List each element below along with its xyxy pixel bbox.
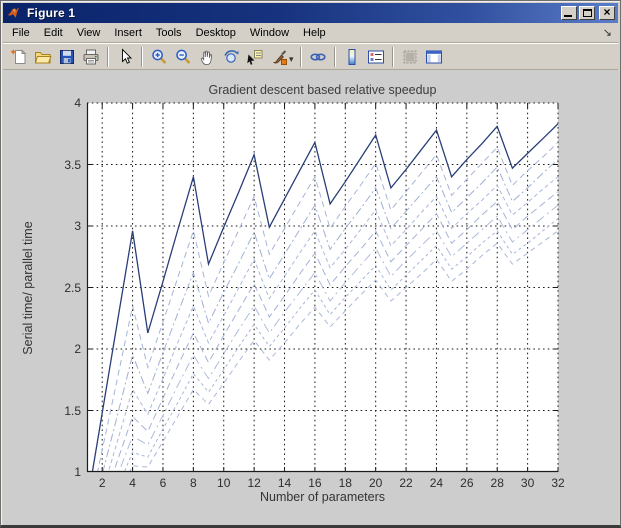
x-tick-label: 2	[87, 476, 117, 490]
toolbar-separator	[141, 47, 143, 67]
zoom-in-button[interactable]	[147, 46, 171, 68]
print-icon	[82, 48, 100, 66]
y-tick-label: 4	[41, 96, 81, 110]
plot-tools-button[interactable]	[422, 46, 446, 68]
x-tick-label: 30	[513, 476, 543, 490]
y-axis-label: Serial time/ parallel time	[21, 188, 35, 388]
toolbar-separator	[334, 47, 336, 67]
toolbar-separator	[107, 47, 109, 67]
x-tick-label: 12	[239, 476, 269, 490]
matlab-logo-icon	[7, 6, 23, 20]
minimize-icon	[564, 15, 572, 17]
edit-plot-icon	[116, 48, 134, 66]
maximize-icon	[583, 9, 592, 17]
x-tick-label: 26	[452, 476, 482, 490]
toolbar-separator	[392, 47, 394, 67]
edit-plot-button[interactable]	[113, 46, 137, 68]
open-folder-button[interactable]	[31, 46, 55, 68]
rotate-3d-icon	[222, 48, 240, 66]
y-tick-label: 1	[41, 465, 81, 479]
plot-series	[87, 124, 558, 525]
x-tick-label: 32	[543, 476, 573, 490]
minimize-button[interactable]	[561, 6, 577, 20]
link-plot-button[interactable]	[306, 46, 330, 68]
zoom-in-icon	[150, 48, 168, 66]
menu-item-desktop[interactable]: Desktop	[189, 24, 243, 42]
x-tick-label: 4	[118, 476, 148, 490]
figure-window: Figure 1 × FileEditViewInsertToolsDeskto…	[0, 0, 621, 528]
close-button[interactable]: ×	[599, 6, 615, 20]
plot-line-series-1	[87, 124, 558, 504]
hide-plot-tools-button[interactable]	[398, 46, 422, 68]
data-cursor-button[interactable]	[243, 46, 267, 68]
new-figure-button[interactable]	[7, 46, 31, 68]
toolbar-separator	[300, 47, 302, 67]
hide-plot-tools-icon	[401, 48, 419, 66]
x-tick-label: 6	[148, 476, 178, 490]
colorbar-icon	[343, 48, 361, 66]
y-tick-label: 1.5	[41, 404, 81, 418]
x-axis-label: Number of parameters	[87, 490, 558, 504]
menu-item-insert[interactable]: Insert	[107, 24, 149, 42]
menu-item-tools[interactable]: Tools	[149, 24, 189, 42]
menu-item-edit[interactable]: Edit	[37, 24, 70, 42]
link-plot-icon	[309, 48, 327, 66]
x-tick-label: 20	[361, 476, 391, 490]
menu-item-help[interactable]: Help	[296, 24, 333, 42]
plot-axes[interactable]	[87, 103, 558, 472]
menu-item-window[interactable]: Window	[243, 24, 296, 42]
y-tick-label: 3	[41, 219, 81, 233]
x-tick-label: 10	[209, 476, 239, 490]
menu-bar: FileEditViewInsertToolsDesktopWindowHelp…	[3, 23, 618, 43]
menu-overflow-arrow-icon[interactable]: ↘	[603, 26, 612, 39]
zoom-out-icon	[174, 48, 192, 66]
zoom-out-button[interactable]	[171, 46, 195, 68]
plot-line-series-3	[87, 160, 558, 525]
y-tick-label: 3.5	[41, 158, 81, 172]
colorbar-button[interactable]	[340, 46, 364, 68]
plot-svg	[87, 103, 558, 472]
new-figure-icon	[10, 48, 28, 66]
pan-button[interactable]	[195, 46, 219, 68]
print-button[interactable]	[79, 46, 103, 68]
maximize-button[interactable]	[579, 6, 595, 20]
plot-line-series-5	[87, 192, 558, 525]
legend-button[interactable]	[364, 46, 388, 68]
brush-icon	[270, 48, 288, 66]
y-tick-label: 2.5	[41, 281, 81, 295]
open-folder-icon	[34, 48, 52, 66]
x-tick-label: 8	[178, 476, 208, 490]
save-button[interactable]	[55, 46, 79, 68]
save-icon	[58, 48, 76, 66]
brush-button[interactable]	[267, 46, 291, 68]
x-tick-label: 14	[270, 476, 300, 490]
x-tick-label: 22	[391, 476, 421, 490]
x-tick-label: 24	[421, 476, 451, 490]
data-cursor-icon	[246, 48, 264, 66]
y-tick-label: 2	[41, 342, 81, 356]
title-bar[interactable]: Figure 1 ×	[3, 3, 618, 23]
chart-title: Gradient descent based relative speedup	[87, 83, 558, 97]
close-icon: ×	[603, 6, 610, 18]
figure-canvas: Gradient descent based relative speedup …	[3, 70, 618, 525]
plot-line-series-2	[87, 142, 558, 522]
menu-item-view[interactable]: View	[70, 24, 108, 42]
menu-item-file[interactable]: File	[5, 24, 37, 42]
x-tick-label: 18	[330, 476, 360, 490]
x-tick-label: 28	[482, 476, 512, 490]
legend-icon	[367, 48, 385, 66]
x-tick-label: 16	[300, 476, 330, 490]
plot-tools-icon	[425, 48, 443, 66]
plot-line-series-4	[87, 177, 558, 525]
rotate-3d-button[interactable]	[219, 46, 243, 68]
window-title: Figure 1	[27, 6, 561, 20]
toolbar: ▾	[3, 43, 618, 70]
pan-icon	[198, 48, 216, 66]
